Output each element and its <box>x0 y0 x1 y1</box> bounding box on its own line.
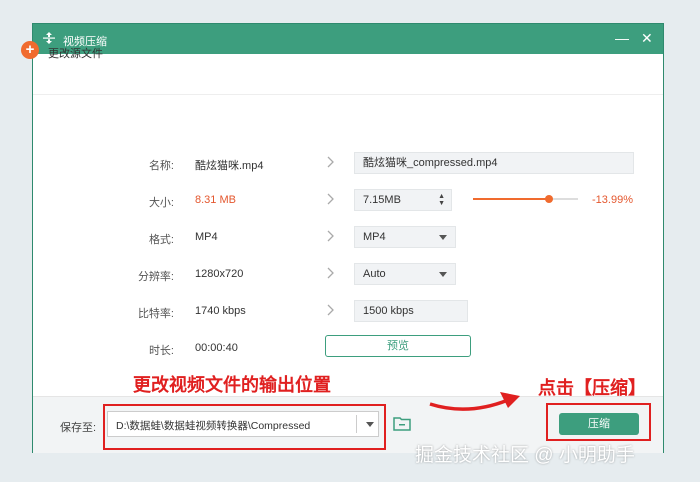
title-bar: 视频压缩 — ✕ <box>33 24 663 54</box>
bitrate-value: 1500 kbps <box>363 305 414 317</box>
output-name-value: 酷炫猫咪_compressed.mp4 <box>363 157 498 169</box>
source-size: 8.31 MB <box>195 194 236 206</box>
slider-handle[interactable] <box>544 195 553 203</box>
size-change-percent: -13.99% <box>592 194 633 206</box>
output-size-value: 7.15MB <box>363 194 401 206</box>
resolution-select[interactable]: Auto <box>354 263 456 285</box>
duration-label: 时长: <box>148 345 174 357</box>
bitrate-label: 比特率: <box>137 308 174 320</box>
preview-button[interactable]: 预览 <box>325 335 471 357</box>
resolution-select-value: Auto <box>363 268 386 280</box>
size-label: 大小: <box>148 197 174 209</box>
source-name: 酷炫猫咪.mp4 <box>195 160 264 172</box>
compress-icon <box>43 32 55 44</box>
slider-fill <box>473 198 549 200</box>
watermark-text: 掘金技术社区 @ 小明助手 <box>415 445 635 466</box>
format-label: 格式: <box>148 234 174 246</box>
output-name-field[interactable]: 酷炫猫咪_compressed.mp4 <box>354 152 634 174</box>
minimize-button[interactable]: — <box>615 29 629 47</box>
bitrate-field[interactable]: 1500 kbps <box>354 300 468 322</box>
format-select[interactable]: MP4 <box>354 226 456 248</box>
chevron-down-icon <box>439 235 447 240</box>
chevron-down-icon <box>439 272 447 277</box>
annotation-arrow-icon <box>429 392 520 411</box>
chevron-right-icon <box>327 267 334 279</box>
compress-highlight-box <box>546 403 651 441</box>
source-duration: 00:00:40 <box>195 342 238 354</box>
folder-icon[interactable] <box>393 416 411 431</box>
source-bitrate: 1740 kbps <box>195 305 246 317</box>
resolution-label: 分辨率: <box>137 271 174 283</box>
close-button[interactable]: ✕ <box>641 29 653 47</box>
chevron-right-icon <box>327 193 334 205</box>
format-select-value: MP4 <box>363 231 386 243</box>
change-source-button[interactable]: 更改源文件 <box>48 45 103 61</box>
click-compress-annotation: 点击【压缩】 <box>538 378 646 398</box>
add-source-icon[interactable]: + <box>21 41 39 59</box>
chevron-right-icon <box>327 156 334 168</box>
save-to-label: 保存至: <box>60 422 97 434</box>
source-resolution: 1280x720 <box>195 268 244 280</box>
chevron-right-icon <box>327 230 334 242</box>
toolbar <box>33 54 663 95</box>
chevron-right-icon <box>327 304 334 316</box>
path-highlight-box <box>103 404 386 450</box>
size-slider[interactable] <box>473 195 578 203</box>
stepper-arrows-icon[interactable]: ▲ ▼ <box>438 193 445 207</box>
output-size-stepper[interactable]: 7.15MB ▲ ▼ <box>354 189 452 211</box>
change-output-annotation: 更改视频文件的输出位置 <box>133 375 331 395</box>
name-label: 名称: <box>148 160 174 172</box>
source-format: MP4 <box>195 231 218 243</box>
